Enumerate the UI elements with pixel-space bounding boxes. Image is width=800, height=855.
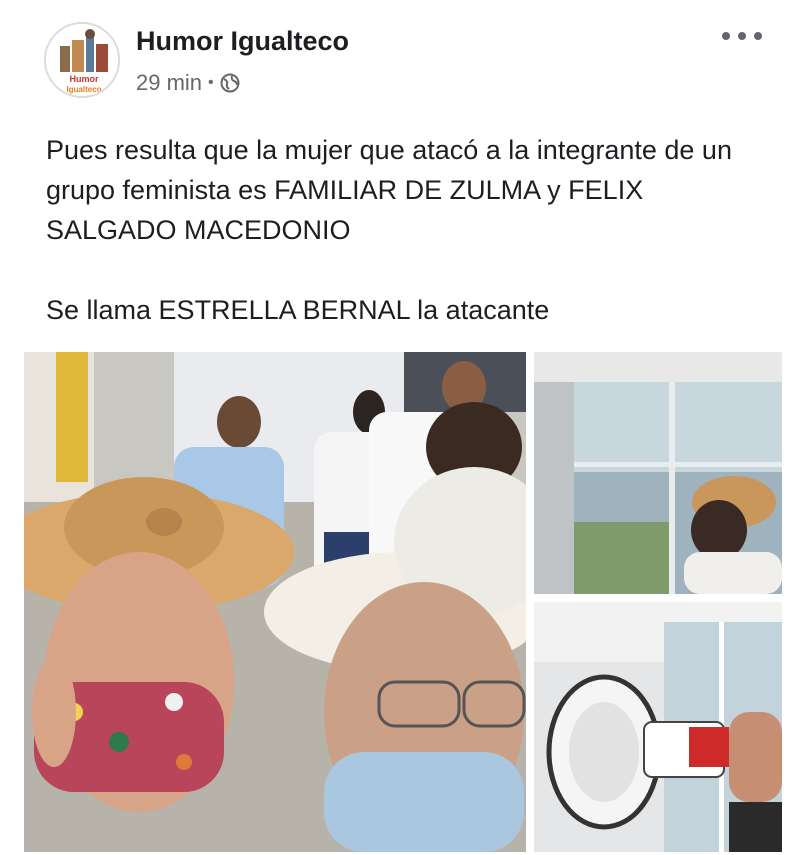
post-paragraph-1: Pues resulta que la mujer que atacó a la… [46, 135, 732, 245]
photo-woman-hat-window[interactable] [534, 352, 782, 594]
globe-icon[interactable] [220, 73, 240, 93]
avatar-logo: Humor Igualteco [46, 24, 118, 96]
avatar-text-2: Igualteco [66, 85, 101, 94]
post-paragraph-2: Se llama ESTRELLA BERNAL la atacante [46, 295, 550, 325]
more-options-icon[interactable] [722, 24, 762, 48]
post-meta: 29 min • [136, 70, 240, 96]
meta-separator: • [208, 74, 214, 91]
photo-selfie-group[interactable] [24, 352, 526, 852]
post-header: Humor Igualteco Humor Igualteco 29 min • [0, 0, 800, 110]
page-name[interactable]: Humor Igualteco [136, 26, 349, 57]
media-grid [24, 352, 782, 852]
post-text: Pues resulta que la mujer que atacó a la… [46, 130, 766, 370]
avatar-text-1: Humor [70, 74, 99, 84]
post-time[interactable]: 29 min [136, 70, 202, 96]
page-avatar[interactable]: Humor Igualteco [44, 22, 120, 98]
photo-megaphone[interactable] [534, 602, 782, 852]
